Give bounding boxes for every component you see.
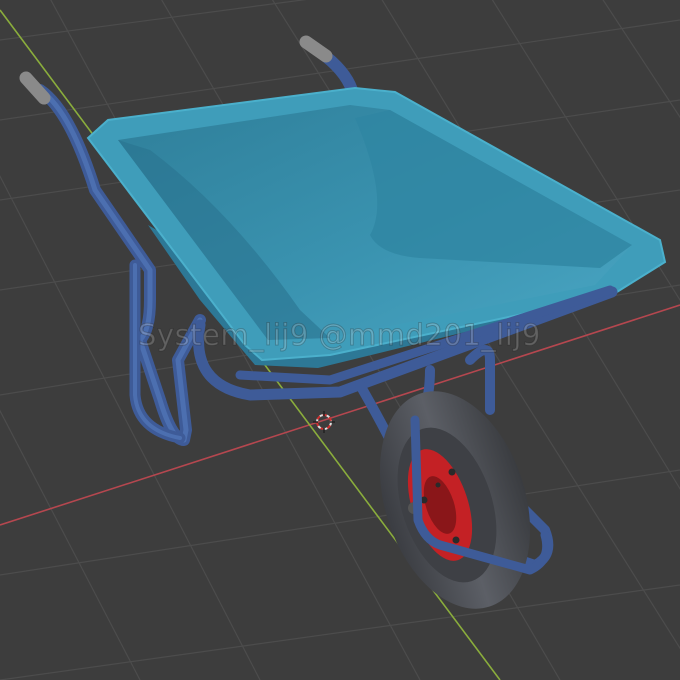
tray: [86, 86, 667, 368]
3d-cursor-icon[interactable]: [313, 411, 335, 433]
3d-viewport[interactable]: System_lij9 @mmd201_lij9: [0, 0, 680, 680]
handle-grips: [19, 35, 333, 105]
viewport-canvas[interactable]: [0, 0, 680, 680]
wheel: [379, 391, 531, 609]
